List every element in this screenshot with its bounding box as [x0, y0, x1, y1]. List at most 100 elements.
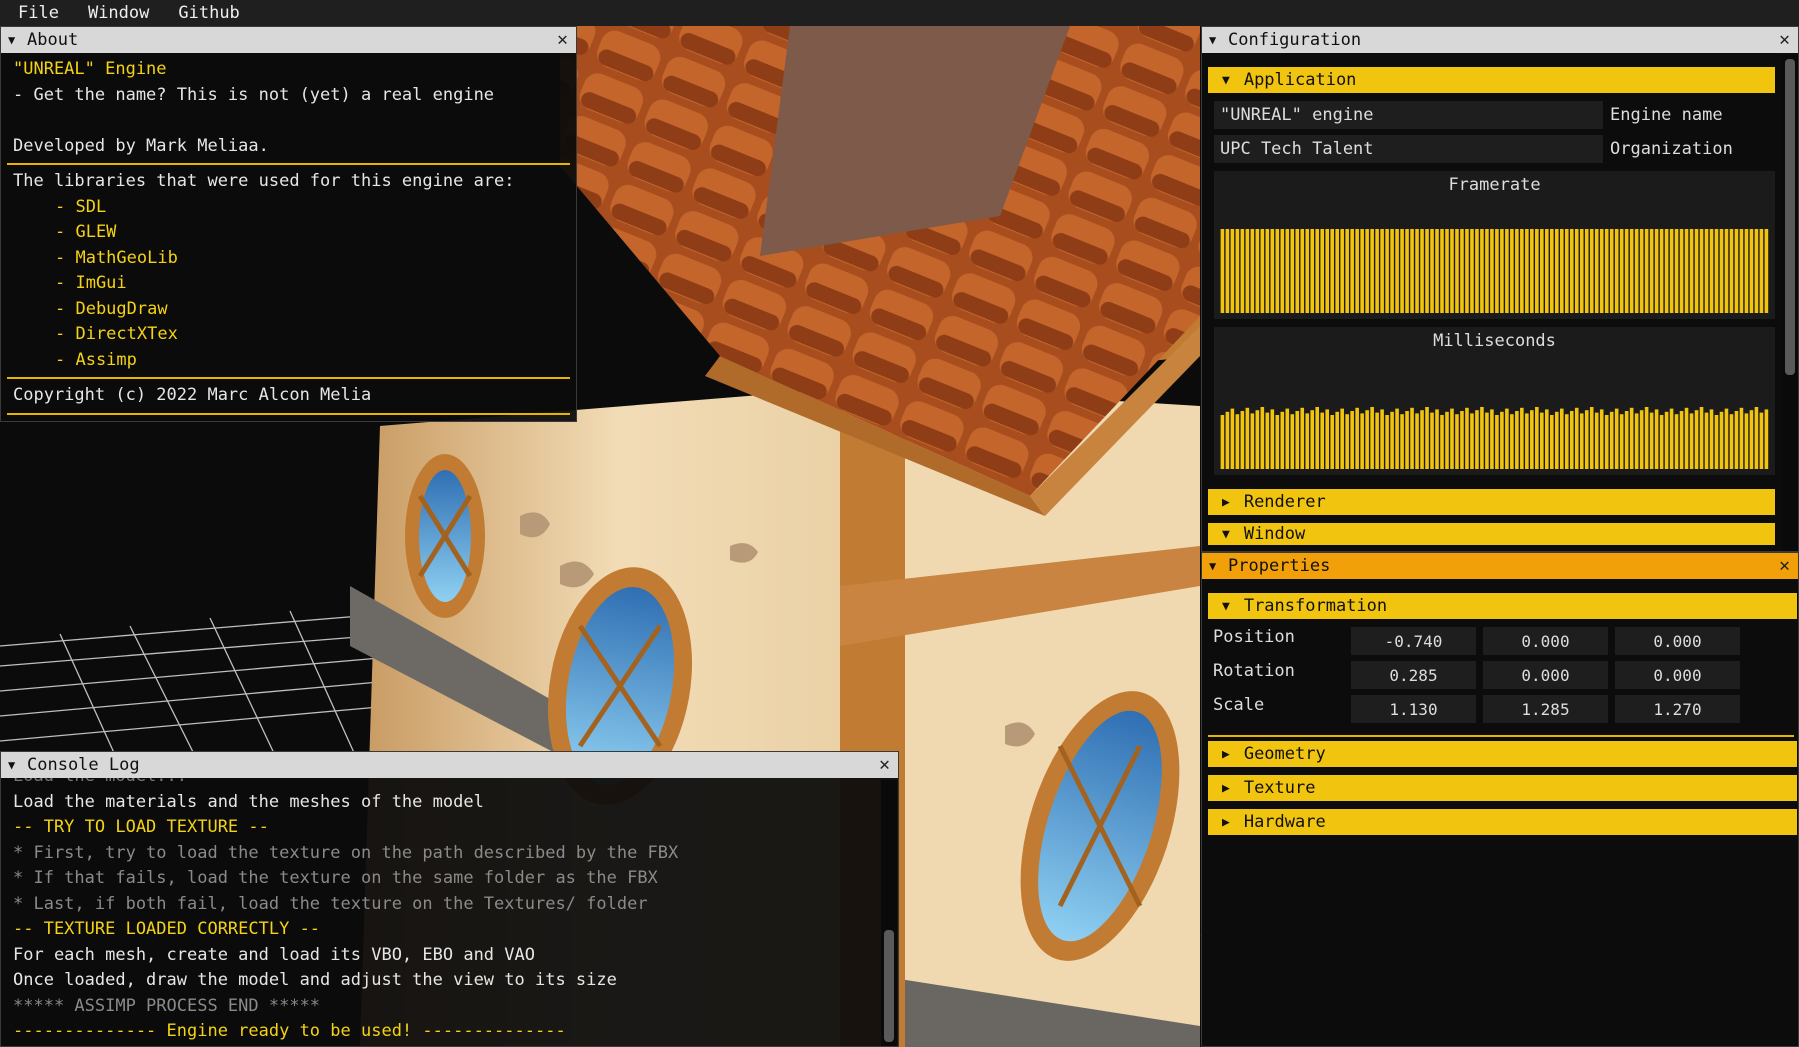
histogram-bar	[1360, 413, 1364, 469]
rotation-z-input[interactable]: 0.000	[1615, 661, 1740, 689]
library-link-directxtex[interactable]: - DirectXTex	[1, 322, 576, 348]
library-link-glew[interactable]: - GLEW	[1, 220, 576, 246]
histogram-bar	[1554, 229, 1559, 313]
histogram-bar	[1714, 415, 1719, 469]
rotation-x-input[interactable]: 0.285	[1351, 661, 1476, 689]
configuration-titlebar[interactable]: ▼ Configuration ✕	[1202, 27, 1798, 53]
header-hardware[interactable]: ▶ Hardware	[1208, 809, 1797, 835]
histogram-bar	[1320, 412, 1325, 469]
header-application[interactable]: ▼ Application	[1208, 67, 1775, 93]
collapse-arrow-icon[interactable]: ▼	[1209, 559, 1219, 573]
histogram-bar	[1545, 409, 1549, 469]
menu-github[interactable]: Github	[160, 0, 250, 26]
histogram-bar	[1764, 229, 1769, 313]
header-texture[interactable]: ▶ Texture	[1208, 775, 1797, 801]
console-line: * First, try to load the texture on the …	[13, 842, 679, 863]
console-line: -- TRY TO LOAD TEXTURE --	[13, 817, 269, 837]
close-icon[interactable]: ✕	[879, 752, 890, 778]
histogram-bar	[1515, 411, 1519, 469]
histogram-bar	[1679, 411, 1684, 469]
histogram-bar	[1355, 229, 1359, 313]
library-link-imgui[interactable]: - ImGui	[1, 271, 576, 297]
collapsed-arrow-icon: ▶	[1222, 746, 1230, 762]
scale-x-input[interactable]: 1.130	[1351, 695, 1476, 723]
histogram-bar	[1385, 229, 1389, 313]
console-line: Once loaded, draw the model and adjust t…	[13, 970, 617, 990]
rotation-y-input[interactable]: 0.000	[1483, 661, 1608, 689]
histogram-bar	[1280, 229, 1285, 313]
histogram-bar	[1265, 412, 1270, 469]
histogram-bar	[1315, 407, 1320, 469]
histogram-bar	[1270, 409, 1275, 469]
properties-titlebar[interactable]: ▼ Properties ✕	[1202, 553, 1798, 579]
histogram-bar	[1614, 229, 1619, 313]
histogram-bar	[1574, 229, 1579, 313]
header-transformation[interactable]: ▼ Transformation	[1208, 593, 1797, 619]
milliseconds-plot[interactable]: Milliseconds	[1214, 327, 1775, 475]
menu-file[interactable]: File	[0, 0, 70, 26]
histogram-bar	[1604, 229, 1609, 313]
separator	[1208, 735, 1794, 737]
histogram-bar	[1340, 229, 1344, 313]
library-link-debugdraw[interactable]: - DebugDraw	[1, 297, 576, 323]
framerate-plot[interactable]: Framerate	[1214, 171, 1775, 319]
histogram-bar	[1310, 229, 1315, 313]
scrollbar-thumb[interactable]	[1785, 59, 1795, 375]
library-link-sdl[interactable]: - SDL	[1, 195, 576, 221]
histogram-bar	[1530, 410, 1534, 469]
histogram-bar	[1624, 229, 1629, 313]
histogram-bar	[1545, 229, 1549, 313]
close-icon[interactable]: ✕	[1779, 553, 1790, 579]
histogram-bar	[1440, 415, 1444, 469]
histogram-bar	[1490, 229, 1494, 313]
histogram-bar	[1584, 410, 1589, 469]
configuration-title: Configuration	[1228, 30, 1362, 50]
library-link-mathgeolib[interactable]: - MathGeoLib	[1, 246, 576, 272]
histogram-bar	[1535, 229, 1539, 313]
histogram-bar	[1245, 229, 1250, 313]
collapse-arrow-icon[interactable]: ▼	[1209, 33, 1219, 47]
histogram-bar	[1315, 229, 1320, 313]
position-x-input[interactable]: -0.740	[1351, 627, 1476, 655]
histogram-bar	[1749, 410, 1754, 469]
histogram-bar	[1554, 411, 1559, 469]
histogram-bar	[1584, 229, 1589, 313]
configuration-scrollbar[interactable]	[1782, 55, 1798, 551]
tagline-text: - Get the name? This is not (yet) a real…	[13, 84, 495, 105]
close-icon[interactable]: ✕	[1779, 27, 1790, 53]
menu-window[interactable]: Window	[70, 0, 160, 26]
collapse-arrow-icon[interactable]: ▼	[8, 33, 18, 47]
position-z-input[interactable]: 0.000	[1615, 627, 1740, 655]
scale-y-input[interactable]: 1.285	[1483, 695, 1608, 723]
position-y-input[interactable]: 0.000	[1483, 627, 1608, 655]
histogram-bar	[1290, 229, 1295, 313]
histogram-bar	[1564, 229, 1569, 313]
about-titlebar[interactable]: ▼ About ✕	[1, 27, 576, 53]
header-renderer[interactable]: ▶ Renderer	[1208, 489, 1775, 515]
histogram-bar	[1535, 407, 1539, 469]
console-output[interactable]: Load the model... Load the materials and…	[1, 778, 879, 1046]
scrollbar-thumb[interactable]	[884, 930, 894, 1042]
histogram-bar	[1330, 415, 1334, 469]
console-scrollbar[interactable]	[881, 780, 897, 1046]
main-menu-bar: File Window Github	[0, 0, 1799, 26]
header-window[interactable]: ▼ Window	[1208, 523, 1775, 545]
collapse-arrow-icon[interactable]: ▼	[8, 758, 18, 772]
histogram-bar	[1285, 229, 1290, 313]
engine-name-input[interactable]: "UNREAL" engine	[1214, 101, 1603, 129]
histogram-bar	[1559, 408, 1564, 469]
histogram-bar	[1295, 229, 1300, 313]
histogram-bar	[1550, 415, 1554, 469]
console-titlebar[interactable]: ▼ Console Log ✕	[1, 752, 898, 778]
library-link-assimp[interactable]: - Assimp	[1, 348, 576, 374]
scale-z-input[interactable]: 1.270	[1615, 695, 1740, 723]
histogram-bar	[1350, 411, 1354, 469]
close-icon[interactable]: ✕	[557, 27, 568, 53]
organization-input[interactable]: UPC Tech Talent	[1214, 135, 1603, 163]
histogram-bar	[1425, 229, 1429, 313]
histogram-bar	[1704, 412, 1709, 469]
histogram-bar	[1290, 414, 1295, 469]
header-geometry[interactable]: ▶ Geometry	[1208, 741, 1797, 767]
histogram-bar	[1564, 414, 1569, 469]
